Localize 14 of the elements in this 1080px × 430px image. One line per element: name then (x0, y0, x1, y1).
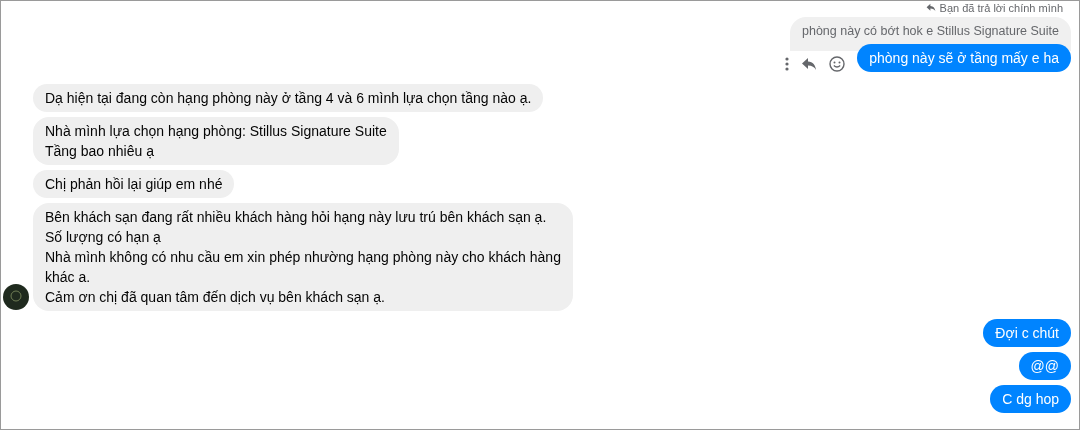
message-bubble: Chị phản hồi lại giúp em nhé (33, 169, 235, 198)
reply-icon[interactable] (801, 56, 818, 71)
message-bubble: Nhà mình lựa chọn hạng phòng: Stillus Signature Suite Tầng bao nhiêu ạ (33, 116, 399, 165)
message-bubble: Đợi c chút (983, 318, 1071, 347)
message-bubble: @@ (1018, 351, 1071, 380)
reply-icon (925, 3, 936, 12)
more-icon[interactable] (785, 56, 790, 71)
message-bubble: phòng này sẽ ở tầng mấy e ha (857, 43, 1071, 72)
message-bubble: Dạ hiện tại đang còn hạng phòng này ở tầng 4 và 6 mình lựa chọn tầng nào ạ. (33, 83, 544, 112)
reply-note: Bạn đã trả lời chính mình (939, 1, 1063, 14)
avatar[interactable] (3, 283, 29, 310)
message-bubble: C dg hop (990, 384, 1071, 413)
smiley-icon[interactable] (829, 55, 846, 72)
message-bubble: Bên khách sạn đang rất nhiều khách hàng hỏi hạng này lưu trú bên khách sạn ạ. Số lượng có hạn ạ Nhà mình không có nhu cầu em xin phép nhường hạng phòng này cho khách hàng khác a. Cảm ơn chị đã quan tâm đến dịch vụ bên khách sạn ạ. (33, 202, 573, 311)
